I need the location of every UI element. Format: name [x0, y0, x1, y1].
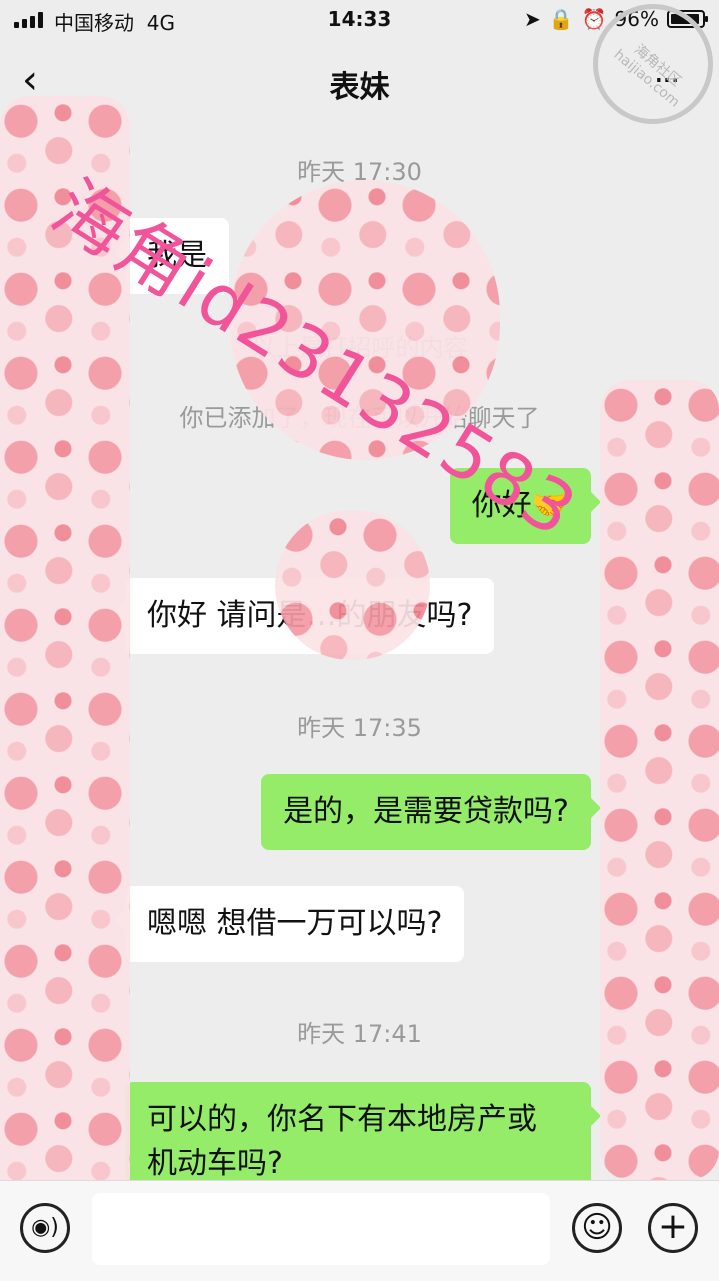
chat-header: ‹ 表妹 ···: [0, 40, 719, 122]
chat-title: 表妹: [329, 70, 390, 105]
timestamp: 昨天 17:30: [297, 158, 422, 186]
orientation-lock-icon: 🔒: [548, 7, 574, 31]
more-dots-icon: ···: [653, 61, 680, 99]
message-incoming[interactable]: 嗯嗯 想借一万可以吗?: [114, 886, 465, 962]
location-arrow-icon: ➤: [523, 7, 541, 31]
message-incoming[interactable]: 你好 请问是…的朋友吗?: [114, 578, 495, 654]
battery-icon: [667, 10, 708, 28]
status-bar: 中国移动 4G 14:33 ➤ 🔒 ⏰ 96%: [0, 0, 719, 40]
system-notice: 以上是打招呼的内容: [251, 334, 468, 362]
status-right-group: ➤ 🔒 ⏰ 96%: [523, 7, 708, 31]
timestamp: 昨天 17:35: [297, 714, 422, 742]
message-list[interactable]: 昨天 17:30 我是 以上是打招呼的内容 你已添加了，现在可以开始聊天了 你好…: [0, 122, 719, 1202]
message-incoming[interactable]: 我是: [115, 218, 229, 294]
battery-percent: 96%: [614, 7, 659, 31]
voice-icon: ◉): [31, 1215, 59, 1240]
message-line: 可以的，你名下有本地房产或: [147, 1102, 537, 1137]
voice-button[interactable]: ◉): [20, 1203, 70, 1253]
message-input[interactable]: [92, 1193, 550, 1265]
input-bar: ◉) ☺ +: [0, 1180, 719, 1281]
more-functions-button[interactable]: +: [648, 1203, 698, 1253]
message-outgoing[interactable]: 你好🤝: [449, 468, 602, 544]
message-outgoing[interactable]: 是的，是需要贷款吗?: [261, 774, 601, 850]
emoji-button[interactable]: ☺: [572, 1203, 622, 1253]
timestamp: 昨天 17:41: [297, 1020, 422, 1048]
plus-circle-icon: +: [657, 1206, 689, 1247]
emoji-smile-icon: ☺: [581, 1210, 613, 1245]
alarm-clock-icon: ⏰: [581, 7, 607, 31]
system-notice: 你已添加了，现在可以开始聊天了: [179, 404, 540, 432]
more-options-button[interactable]: ···: [641, 60, 691, 100]
